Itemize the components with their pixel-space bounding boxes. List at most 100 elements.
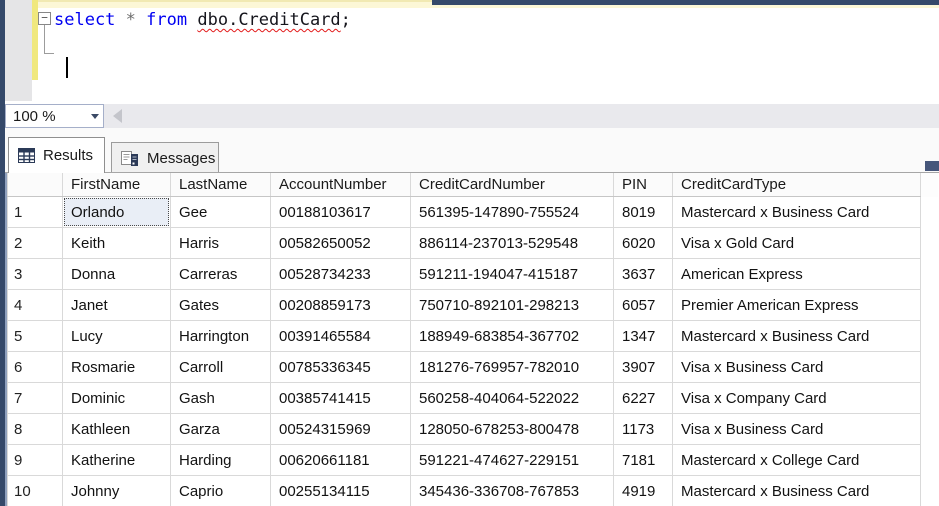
column-header[interactable]: LastName <box>171 173 271 197</box>
row-number[interactable]: 1 <box>8 197 63 228</box>
grid-cell[interactable]: 8019 <box>614 197 673 228</box>
grid-cell[interactable]: Mastercard x Business Card <box>673 321 921 352</box>
grid-cell[interactable]: 00528734233 <box>271 259 411 290</box>
grid-cell[interactable]: Mastercard x Business Card <box>673 197 921 228</box>
grid-cell[interactable]: 6020 <box>614 228 673 259</box>
grid-cell[interactable]: 560258-404064-522022 <box>411 383 614 414</box>
grid-cell[interactable]: 6227 <box>614 383 673 414</box>
row-number[interactable]: 3 <box>8 259 63 290</box>
grid-cell[interactable]: Visa x Business Card <box>673 414 921 445</box>
grid-cell[interactable]: Mastercard x College Card <box>673 445 921 476</box>
column-header[interactable]: PIN <box>614 173 673 197</box>
grid-cell[interactable]: 00188103617 <box>271 197 411 228</box>
column-header[interactable]: CreditCardNumber <box>411 173 614 197</box>
grid-cell[interactable]: Keith <box>63 228 171 259</box>
scroll-left-icon[interactable] <box>113 109 122 123</box>
grid-cell[interactable]: Gash <box>171 383 271 414</box>
grid-cell[interactable]: 00785336345 <box>271 352 411 383</box>
column-header[interactable]: CreditCardType <box>673 173 921 197</box>
row-filler <box>921 445 938 476</box>
grid-cell[interactable]: Visa x Business Card <box>673 352 921 383</box>
grid-cell[interactable]: 00391465584 <box>271 321 411 352</box>
grid-cell[interactable]: Katherine <box>63 445 171 476</box>
grid-cell[interactable]: 188949-683854-367702 <box>411 321 614 352</box>
grid-cell[interactable]: 1347 <box>614 321 673 352</box>
row-filler <box>921 228 938 259</box>
row-filler <box>921 476 938 506</box>
results-table: FirstNameLastNameAccountNumberCreditCard… <box>7 173 938 506</box>
result-pane-tabstrip: Results Messages <box>5 128 939 172</box>
grid-header-row: FirstNameLastNameAccountNumberCreditCard… <box>8 173 938 197</box>
grid-cell[interactable]: 4919 <box>614 476 673 506</box>
grid-cell[interactable]: 3907 <box>614 352 673 383</box>
grid-cell[interactable]: 7181 <box>614 445 673 476</box>
row-filler <box>921 352 938 383</box>
grid-cell[interactable]: Mastercard x Business Card <box>673 476 921 506</box>
grid-corner-header[interactable] <box>8 173 63 197</box>
grid-cell[interactable]: 128050-678253-800478 <box>411 414 614 445</box>
row-number[interactable]: 4 <box>8 290 63 321</box>
grid-cell[interactable]: Carroll <box>171 352 271 383</box>
grid-cell[interactable]: 00524315969 <box>271 414 411 445</box>
grid-cell[interactable]: 00255134115 <box>271 476 411 506</box>
column-header[interactable]: AccountNumber <box>271 173 411 197</box>
grid-cell[interactable]: 00582650052 <box>271 228 411 259</box>
grid-cell[interactable]: 591211-194047-415187 <box>411 259 614 290</box>
grid-cell[interactable]: Harrington <box>171 321 271 352</box>
grid-cell[interactable]: 00385741415 <box>271 383 411 414</box>
grid-cell[interactable]: 00208859173 <box>271 290 411 321</box>
tab-messages[interactable]: Messages <box>111 142 219 173</box>
row-number[interactable]: 10 <box>8 476 63 506</box>
table-row: 9KatherineHarding00620661181591221-47462… <box>8 445 938 476</box>
grid-cell[interactable]: 561395-147890-755524 <box>411 197 614 228</box>
row-number[interactable]: 8 <box>8 414 63 445</box>
grid-cell[interactable]: 1173 <box>614 414 673 445</box>
results-grid-icon <box>18 148 35 163</box>
row-number[interactable]: 6 <box>8 352 63 383</box>
grid-cell[interactable]: 00620661181 <box>271 445 411 476</box>
horizontal-scrollbar[interactable] <box>104 104 939 128</box>
grid-cell[interactable]: Kathleen <box>63 414 171 445</box>
document-tab-bottom <box>38 0 432 8</box>
sql-token: from <box>146 10 187 30</box>
zoom-dropdown-button[interactable] <box>86 105 103 127</box>
grid-cell[interactable]: Rosmarie <box>63 352 171 383</box>
collapse-outline-icon[interactable]: − <box>38 12 51 25</box>
table-row: 8KathleenGarza00524315969128050-678253-8… <box>8 414 938 445</box>
grid-cell[interactable]: Visa x Company Card <box>673 383 921 414</box>
table-row: 3DonnaCarreras00528734233591211-194047-4… <box>8 259 938 290</box>
row-number[interactable]: 9 <box>8 445 63 476</box>
grid-cell[interactable]: Orlando <box>63 197 171 228</box>
grid-cell[interactable]: Premier American Express <box>673 290 921 321</box>
grid-cell[interactable]: Garza <box>171 414 271 445</box>
grid-cell[interactable]: Carreras <box>171 259 271 290</box>
grid-cell[interactable]: 6057 <box>614 290 673 321</box>
grid-cell[interactable]: 345436-336708-767853 <box>411 476 614 506</box>
grid-cell[interactable]: Visa x Gold Card <box>673 228 921 259</box>
grid-cell[interactable]: 591221-474627-229151 <box>411 445 614 476</box>
tab-results[interactable]: Results <box>8 137 105 173</box>
grid-cell[interactable]: Harding <box>171 445 271 476</box>
grid-cell[interactable]: Caprio <box>171 476 271 506</box>
sql-query-line[interactable]: select * from dbo.CreditCard; <box>54 10 351 30</box>
zoom-level-value: 100 % <box>6 108 86 125</box>
row-number[interactable]: 2 <box>8 228 63 259</box>
grid-cell[interactable]: Donna <box>63 259 171 290</box>
table-row: 4JanetGates00208859173750710-892101-2982… <box>8 290 938 321</box>
grid-cell[interactable]: 750710-892101-298213 <box>411 290 614 321</box>
zoom-level-select[interactable]: 100 % <box>5 104 104 128</box>
grid-cell[interactable]: Johnny <box>63 476 171 506</box>
grid-cell[interactable]: 181276-769957-782010 <box>411 352 614 383</box>
row-number[interactable]: 5 <box>8 321 63 352</box>
grid-cell[interactable]: American Express <box>673 259 921 290</box>
grid-cell[interactable]: Dominic <box>63 383 171 414</box>
grid-cell[interactable]: Lucy <box>63 321 171 352</box>
row-number[interactable]: 7 <box>8 383 63 414</box>
grid-cell[interactable]: Harris <box>171 228 271 259</box>
grid-cell[interactable]: 3637 <box>614 259 673 290</box>
grid-cell[interactable]: 886114-237013-529548 <box>411 228 614 259</box>
grid-cell[interactable]: Gates <box>171 290 271 321</box>
grid-cell[interactable]: Janet <box>63 290 171 321</box>
column-header[interactable]: FirstName <box>63 173 171 197</box>
grid-cell[interactable]: Gee <box>171 197 271 228</box>
